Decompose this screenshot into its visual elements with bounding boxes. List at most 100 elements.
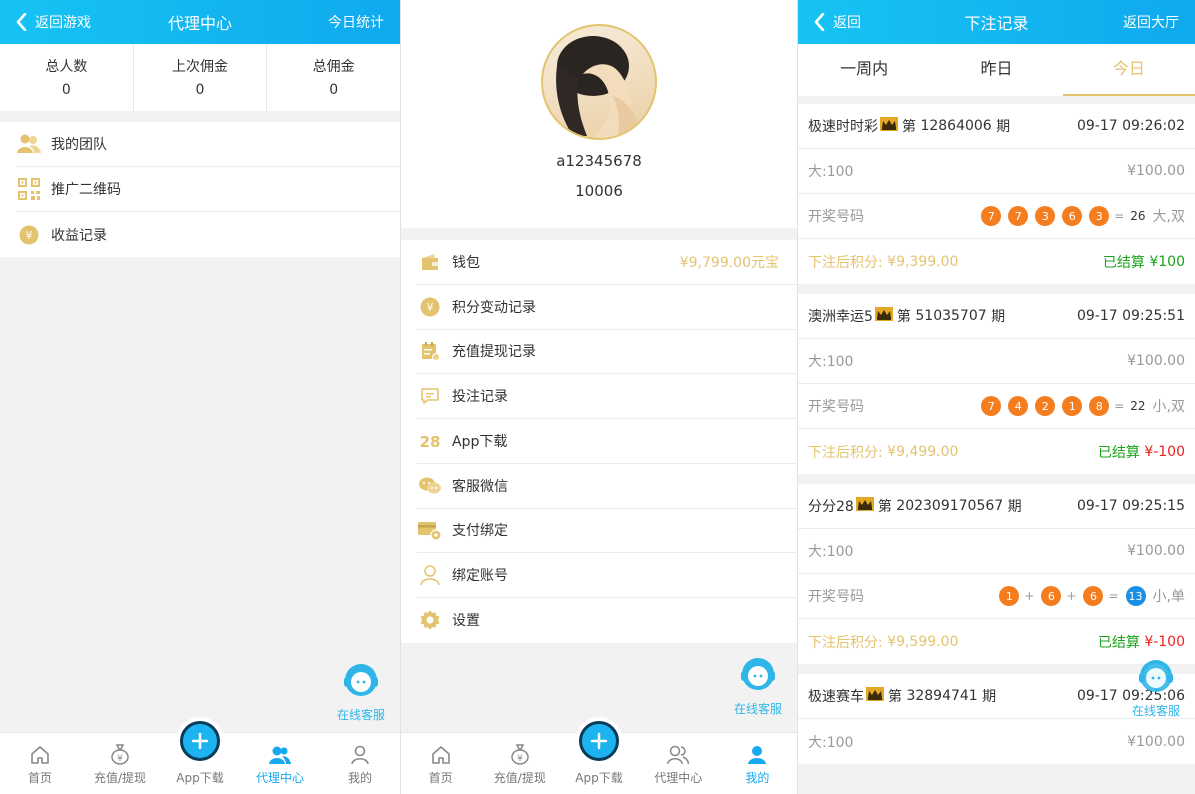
menu-item-bind-account[interactable]: 绑定账号 [417, 553, 797, 598]
menu-label: 钱包 [452, 254, 480, 271]
bottom-tab-bar: 首页 ¥ 充值/提现 App下载 代理中心 我的 [401, 721, 797, 794]
online-support-button[interactable]: 在线客服 [331, 660, 391, 723]
profile-menu: 钱包 ¥9,799.00元宝 ¥ 积分变动记录 充值提现记录 投注记录 28 A… [401, 240, 797, 643]
chevron-left-icon [16, 13, 27, 31]
stat-value: 0 [61, 82, 71, 98]
menu-item-payment-binding[interactable]: 支付绑定 [417, 509, 797, 554]
svg-text:28: 28 [420, 433, 441, 449]
draw-ball: 1 [1062, 396, 1083, 416]
bottom-tab-bar: 首页 ¥ 充值/提现 App下载 代理中心 我的 [0, 721, 400, 794]
period-number: 12864006 [920, 118, 992, 134]
tab-today[interactable]: 今日 [1062, 44, 1195, 96]
menu-item-points-history[interactable]: ¥ 积分变动记录 [417, 285, 797, 330]
bet-amount: ¥100.00 [1127, 163, 1185, 179]
tab-home[interactable]: 首页 [0, 733, 80, 794]
money-bag-icon: ¥ [111, 744, 129, 765]
draw-ball: 8 [1089, 396, 1110, 416]
online-support-button[interactable]: 在线客服 [1126, 656, 1186, 719]
tab-app-download[interactable]: App下载 [559, 721, 638, 794]
tab-agent-center[interactable]: 代理中心 [639, 733, 718, 794]
svg-text:¥: ¥ [26, 229, 33, 242]
menu-item-my-team[interactable]: 我的团队 [16, 122, 400, 167]
wallet-balance: ¥9,799.00元宝 [679, 254, 779, 271]
app-screens: 返回游戏 代理中心 今日统计 总人数 0 上次佣金 0 总佣金 0 我的团队 推… [0, 0, 1195, 794]
game-name: 澳洲幸运5 [808, 309, 873, 325]
tab-mine[interactable]: 我的 [320, 733, 400, 794]
tab-recharge-withdraw[interactable]: ¥ 充值/提现 [480, 733, 559, 794]
yen-coin-icon: ¥ [417, 294, 443, 320]
stats-bar: 总人数 0 上次佣金 0 总佣金 0 [0, 44, 400, 111]
tab-week[interactable]: 一周内 [798, 44, 930, 96]
stat-last-commission: 上次佣金 0 [134, 44, 268, 111]
after-bet-points: ¥9,599.00 [887, 633, 959, 650]
svg-text:¥: ¥ [117, 754, 123, 764]
draw-ball: 6 [1041, 586, 1062, 606]
bet-amount: ¥100.00 [1127, 353, 1185, 369]
tab-label: 首页 [27, 771, 52, 785]
bet-content: 大:100 [808, 354, 854, 370]
settled-amount: ¥100 [1149, 253, 1185, 270]
bet-record-card[interactable]: 分分28 第 202309170567 期 09-17 09:25:15 大:1… [798, 484, 1195, 664]
crown-icon [866, 687, 884, 705]
menu-item-settings[interactable]: 设置 [417, 598, 797, 643]
menu-label: 充值提现记录 [452, 344, 536, 361]
user-id: 10006 [575, 182, 623, 200]
period-number: 32894741 [906, 688, 978, 704]
draw-ball: 6 [1083, 586, 1104, 606]
menu-item-app-download[interactable]: 28 App下载 [417, 419, 797, 464]
settlement-row: 下注后积分: ¥9,499.00 已结算 ¥-100 [798, 429, 1195, 474]
draw-numbers: 1 + 6 + 6 = 13 小,单 [992, 586, 1185, 606]
bet-content: 大:100 [808, 164, 854, 180]
money-bag-icon: ¥ [511, 744, 529, 765]
home-icon [431, 746, 450, 764]
tab-label: 首页 [428, 771, 453, 785]
bet-record-card[interactable]: 澳洲幸运5 第 51035707 期 09-17 09:25:51 大:100 … [798, 294, 1195, 474]
draw-label: 开奖号码 [808, 399, 864, 415]
tab-yesterday[interactable]: 昨日 [930, 44, 1062, 96]
bet-time: 09-17 09:26:02 [1076, 118, 1185, 134]
bet-amount-row: 大:100 ¥100.00 [798, 719, 1195, 764]
settled-label: 已结算 [1097, 444, 1140, 461]
wallet-icon [417, 249, 443, 275]
menu-label: 支付绑定 [452, 523, 508, 540]
menu-item-qrcode[interactable]: 推广二维码 [16, 167, 400, 212]
user-icon [351, 745, 369, 765]
agent-icon [269, 746, 291, 764]
draw-result-row: 开奖号码 1 + 6 + 6 = 13 小,单 [798, 574, 1195, 619]
tab-recharge-withdraw[interactable]: ¥ 充值/提现 [80, 733, 160, 794]
draw-sum: 13 [1125, 586, 1146, 606]
menu-item-service-wechat[interactable]: 客服微信 [417, 464, 797, 509]
support-label: 在线客服 [1131, 704, 1180, 718]
tab-mine[interactable]: 我的 [718, 733, 797, 794]
today-stats-button[interactable]: 今日统计 [328, 12, 384, 32]
menu-label: 收益记录 [51, 227, 107, 244]
draw-ball: 1 [999, 586, 1020, 606]
bet-amount: ¥100.00 [1127, 543, 1185, 559]
menu-item-wallet[interactable]: 钱包 ¥9,799.00元宝 [417, 240, 797, 285]
tab-home[interactable]: 首页 [401, 733, 480, 794]
back-button[interactable]: 返回 [814, 10, 861, 34]
home-icon [31, 746, 49, 764]
menu-item-bet-history[interactable]: 投注记录 [417, 374, 797, 419]
menu-item-recharge-history[interactable]: 充值提现记录 [417, 330, 797, 375]
bet-time: 09-17 09:25:51 [1076, 308, 1185, 324]
plus-sign: + [1024, 589, 1035, 603]
bet-record-card[interactable]: 极速时时彩 第 12864006 期 09-17 09:26:02 大:100 … [798, 104, 1195, 284]
bet-amount-row: 大:100 ¥100.00 [798, 529, 1195, 574]
menu-label: 投注记录 [452, 389, 508, 406]
tab-agent-center[interactable]: 代理中心 [240, 733, 320, 794]
equals-sign: = [1114, 399, 1125, 413]
wechat-icon [417, 473, 443, 499]
bet-time: 09-17 09:25:15 [1076, 498, 1185, 514]
headset-icon [344, 664, 378, 696]
avatar[interactable] [541, 24, 657, 140]
person-outline-icon [417, 562, 443, 588]
game-name: 分分28 [808, 499, 854, 515]
settled-label: 已结算 [1102, 254, 1145, 271]
period-suffix: 期 [982, 689, 997, 705]
back-to-lobby-button[interactable]: 返回大厅 [1123, 12, 1179, 32]
back-to-game-button[interactable]: 返回游戏 [16, 10, 91, 34]
online-support-button[interactable]: 在线客服 [728, 654, 788, 717]
menu-item-earnings[interactable]: ¥ 收益记录 [16, 212, 400, 257]
tab-app-download[interactable]: App下载 [160, 721, 240, 794]
